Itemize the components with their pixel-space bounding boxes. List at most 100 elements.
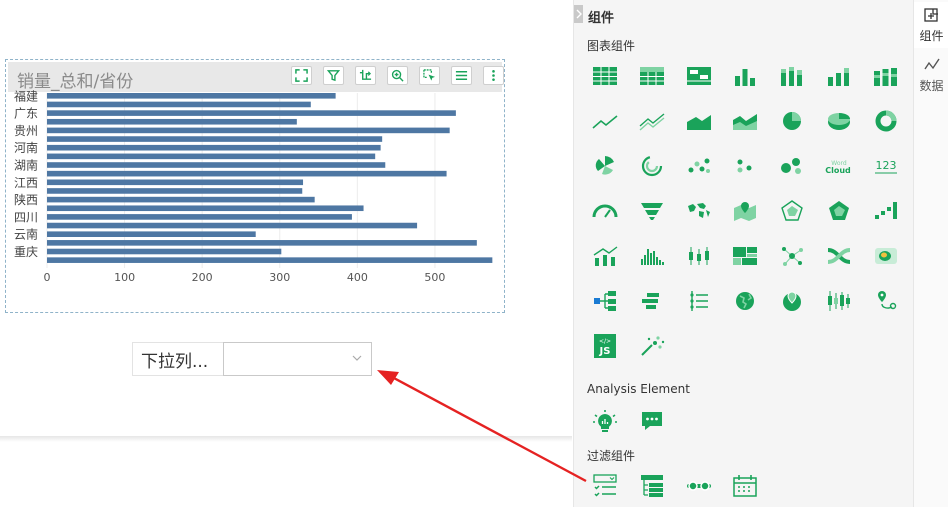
dropdown-filter-icon[interactable]: [589, 472, 621, 500]
bar[interactable]: [47, 231, 256, 237]
x-tick-label: 100: [114, 271, 135, 284]
bar[interactable]: [47, 179, 304, 186]
timeline-list-icon[interactable]: [683, 287, 715, 315]
gauge-icon[interactable]: [589, 197, 621, 225]
area-chart-icon[interactable]: [683, 107, 715, 135]
list-icon[interactable]: [451, 66, 472, 85]
calendar-filter-icon[interactable]: [729, 472, 761, 500]
funnel-icon[interactable]: [636, 197, 668, 225]
network-graph-icon[interactable]: [776, 242, 808, 270]
bar[interactable]: [47, 214, 352, 220]
magic-wand-icon[interactable]: [636, 332, 668, 360]
tree-chart-icon[interactable]: [589, 287, 621, 315]
bar[interactable]: [47, 144, 381, 151]
bar[interactable]: [47, 162, 386, 168]
bar[interactable]: [47, 118, 297, 125]
scatter-icon[interactable]: [683, 152, 715, 180]
percent-bar-icon[interactable]: [823, 62, 855, 90]
route-map-icon[interactable]: [870, 287, 902, 315]
x-tick-label: 0: [44, 271, 51, 284]
filled-radar-icon[interactable]: [823, 197, 855, 225]
bar[interactable]: [47, 188, 303, 194]
location-map-icon[interactable]: [776, 287, 808, 315]
bar[interactable]: [47, 136, 383, 142]
insight-bulb-icon[interactable]: [589, 407, 621, 435]
bar-chart-widget[interactable]: 销量_总和/省份 福建 广东 贵州 河南 湖南 江西 陕西 四川 云南重庆 0 …: [5, 59, 505, 313]
bar[interactable]: [47, 196, 315, 203]
freestyle-table-icon[interactable]: [683, 62, 715, 90]
3d-pie-icon[interactable]: [823, 107, 855, 135]
boxplot-icon[interactable]: [683, 242, 715, 270]
bar[interactable]: [47, 240, 477, 246]
x-tick-label: 400: [347, 271, 368, 284]
kpi-number-icon[interactable]: 123: [870, 152, 902, 180]
dot-matrix-icon[interactable]: [729, 152, 761, 180]
combo-chart-icon[interactable]: [589, 242, 621, 270]
radar-chart-icon[interactable]: [776, 197, 808, 225]
category-label: 湖南: [14, 158, 38, 173]
histogram-icon[interactable]: [636, 242, 668, 270]
svg-text:JS: JS: [599, 346, 611, 357]
dropdown-filter-select[interactable]: [223, 342, 372, 376]
sort-icon[interactable]: [355, 66, 376, 85]
bar[interactable]: [47, 222, 418, 229]
zoom-icon[interactable]: [387, 66, 408, 85]
bar[interactable]: [47, 170, 447, 177]
table-icon[interactable]: [589, 62, 621, 90]
word-cloud-icon[interactable]: Word Cloud: [823, 152, 855, 180]
bar-chart-icon[interactable]: [729, 62, 761, 90]
gantt-icon[interactable]: [636, 287, 668, 315]
data-line-icon: [923, 58, 940, 69]
treemap-icon[interactable]: [729, 242, 761, 270]
donut-chart-icon[interactable]: [870, 107, 902, 135]
collapse-panel-button[interactable]: [574, 5, 583, 23]
bar[interactable]: [47, 153, 376, 160]
svg-text:Cloud: Cloud: [825, 166, 851, 175]
bar[interactable]: [47, 257, 493, 263]
radial-bar-icon[interactable]: [636, 152, 668, 180]
fullscreen-icon[interactable]: [291, 66, 312, 85]
multi-line-icon[interactable]: [636, 107, 668, 135]
pie-chart-icon[interactable]: [776, 107, 808, 135]
chart-title: 销量_总和/省份: [17, 72, 134, 92]
candlestick-icon[interactable]: [823, 287, 855, 315]
category-label: 江西: [14, 176, 38, 190]
waterfall-icon[interactable]: [870, 197, 902, 225]
sankey-icon[interactable]: [823, 242, 855, 270]
report-canvas: 销量_总和/省份 福建 广东 贵州 河南 湖南 江西 陕西 四川 云南重庆 0 …: [0, 0, 572, 507]
x-tick-label: 300: [269, 271, 290, 284]
multi-bar-icon[interactable]: [870, 62, 902, 90]
stacked-area-icon[interactable]: [729, 107, 761, 135]
js-custom-icon[interactable]: </> JS: [589, 332, 621, 360]
bar[interactable]: [47, 110, 456, 116]
canvas-shadow: [0, 436, 572, 442]
tab-components[interactable]: 组件: [914, 2, 948, 48]
map-pin-icon[interactable]: [729, 197, 761, 225]
bar[interactable]: [47, 93, 336, 99]
dropdown-filter-label: 下拉列...: [132, 342, 224, 376]
bar[interactable]: [47, 127, 450, 134]
heatmap-icon[interactable]: [870, 242, 902, 270]
rose-chart-icon[interactable]: [589, 152, 621, 180]
select-icon[interactable]: [419, 66, 440, 85]
comment-icon[interactable]: [636, 407, 668, 435]
globe-icon[interactable]: [729, 287, 761, 315]
tab-data[interactable]: 数据: [914, 52, 948, 98]
line-chart-icon[interactable]: [589, 107, 621, 135]
world-map-icon[interactable]: [683, 197, 715, 225]
filter-icon[interactable]: [323, 66, 344, 85]
panel-title: 组件: [588, 11, 615, 26]
bubble-chart-icon[interactable]: [776, 152, 808, 180]
bar[interactable]: [47, 248, 282, 255]
stacked-bar-icon[interactable]: [776, 62, 808, 90]
svg-text:</>: </>: [599, 338, 611, 345]
right-tab-bar: 组件 数据: [913, 0, 948, 507]
crosstab-icon[interactable]: [636, 62, 668, 90]
more-icon[interactable]: [483, 66, 504, 85]
bar[interactable]: [47, 101, 311, 108]
bar[interactable]: [47, 205, 364, 212]
category-label: 河南: [14, 140, 38, 155]
tree-filter-icon[interactable]: [636, 472, 668, 500]
slider-filter-icon[interactable]: [683, 472, 715, 500]
chevron-down-icon: [352, 355, 362, 361]
